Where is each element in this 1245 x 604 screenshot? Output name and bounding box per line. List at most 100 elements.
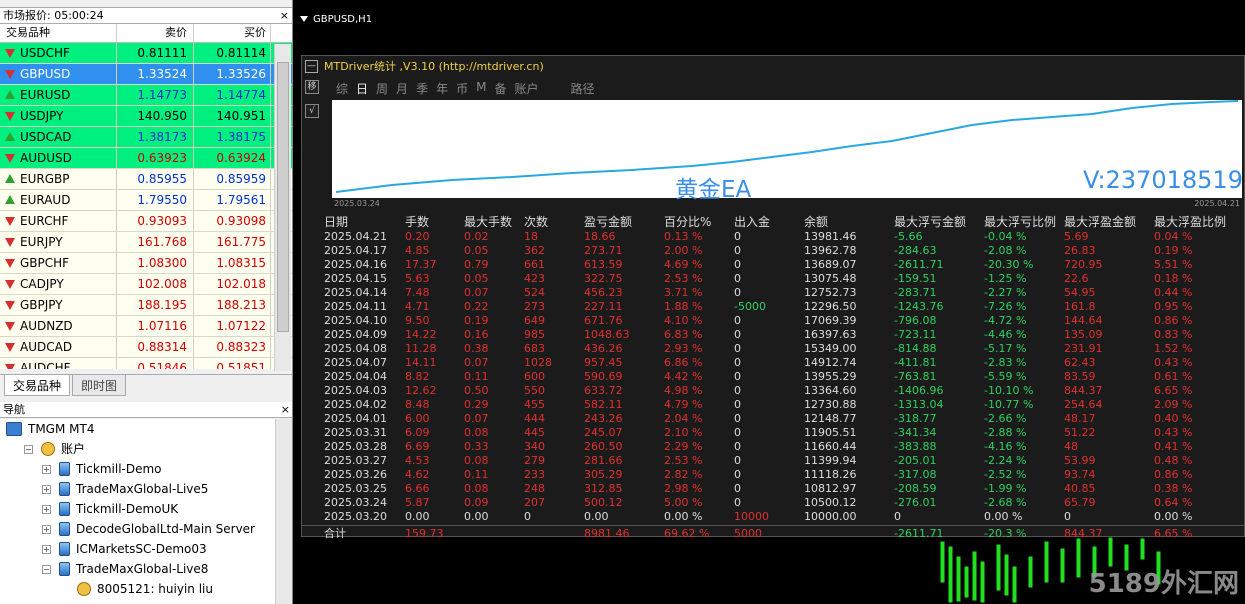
table-cell: 0.29 [464, 398, 489, 411]
ask-cell: 0.93098 [194, 211, 271, 231]
table-cell: 5000 [734, 527, 762, 540]
market-row-cadjpy[interactable]: CADJPY 102.008 102.018 [0, 274, 292, 295]
collapse-icon[interactable]: − [24, 444, 33, 454]
table-cell: 0 [734, 328, 741, 341]
nav-item[interactable]: + TradeMaxGlobal-Live5 [0, 479, 275, 499]
table-cell: 2025.03.25 [324, 482, 387, 495]
market-row-usdcad[interactable]: USDCAD 1.38173 1.38175 [0, 127, 292, 148]
market-row-audusd[interactable]: AUDUSD 0.63923 0.63924 [0, 148, 292, 169]
chart-title: GBPUSD,H1 [297, 12, 1245, 30]
expand-icon[interactable]: + [42, 544, 51, 554]
table-cell: -284.63 [894, 244, 937, 257]
watermark-right: V:237018519 [1083, 166, 1243, 194]
table-row: 2025.04.14 7.48 0.07 524 456.23 3.71 % 0 12752.… [302, 286, 1245, 300]
market-row-audchf[interactable]: AUDCHF 0.51846 0.51851 [0, 358, 292, 369]
expand-icon[interactable]: + [42, 464, 51, 474]
table-cell: 14.11 [405, 356, 437, 369]
nav-item[interactable]: + DecodeGlobalLtd-Main Server [0, 519, 275, 539]
market-row-eurgbp[interactable]: EURGBP 0.85955 0.85959 [0, 169, 292, 190]
stats-tab[interactable]: 综 [336, 80, 348, 97]
market-row-usdjpy[interactable]: USDJPY 140.950 140.951 [0, 106, 292, 127]
close-icon[interactable]: × [280, 8, 289, 23]
expand-icon[interactable]: + [42, 504, 51, 514]
table-cell: 12148.77 [804, 412, 857, 425]
navigator-scrollbar[interactable] [275, 419, 292, 604]
nav-item[interactable]: + Tickmill-Demo [0, 459, 275, 479]
nav-item[interactable]: + ICMarketsSC-Demo03 [0, 539, 275, 559]
table-cell: 0.41 % [1154, 440, 1193, 453]
table-row: 2025.04.04 8.82 0.11 600 590.69 4.42 % 0 13955.… [302, 370, 1245, 384]
nav-item[interactable]: − TradeMaxGlobal-Live8 [0, 559, 275, 579]
table-row: 2025.04.08 11.28 0.38 683 436.26 2.93 % 0 15349… [302, 342, 1245, 356]
nav-item[interactable]: − 账户 [0, 439, 275, 459]
stats-tab[interactable]: 日 [356, 80, 368, 97]
market-row-audcad[interactable]: AUDCAD 0.88314 0.88323 [0, 337, 292, 358]
expand-icon[interactable]: + [42, 524, 51, 534]
table-cell: 2025.04.04 [324, 370, 387, 383]
stats-tab[interactable]: 周 [376, 80, 388, 97]
stats-tab[interactable]: 月 [396, 80, 408, 97]
tab-symbols[interactable]: 交易品种 [4, 375, 71, 396]
table-cell: 0 [734, 454, 741, 467]
table-cell: 2025.04.16 [324, 258, 387, 271]
bid-cell: 1.79550 [117, 190, 194, 210]
stats-tab[interactable]: M [476, 80, 486, 97]
market-row-eurusd[interactable]: EURUSD 1.14773 1.14774 [0, 85, 292, 106]
table-cell: 260.50 [584, 440, 623, 453]
chart-window[interactable]: GBPUSD,H1 — MTDriver统计 ,V3.10 (http://mtd… [297, 0, 1245, 604]
scroll-thumb[interactable] [277, 62, 289, 332]
nav-item[interactable]: 8005121: huiyin liu [0, 579, 275, 599]
tab-tick-chart[interactable]: 即时图 [72, 375, 127, 396]
table-cell: 83.59 [1064, 370, 1096, 383]
market-row-eurjpy[interactable]: EURJPY 161.768 161.775 [0, 232, 292, 253]
expand-icon[interactable]: + [42, 484, 51, 494]
stats-tab[interactable]: 账户 [514, 80, 538, 97]
stats-tab[interactable]: 备 [494, 80, 506, 97]
stats-tab[interactable]: 路径 [571, 80, 595, 97]
table-cell: 盈亏金额 [584, 215, 633, 229]
table-cell: 0.09 [464, 496, 489, 509]
table-cell: 2025.04.09 [324, 328, 387, 341]
table-cell: 2025.04.02 [324, 398, 387, 411]
market-row-usdchf[interactable]: USDCHF 0.81111 0.81114 [0, 43, 292, 64]
stats-tab[interactable]: 季 [416, 80, 428, 97]
col-bid[interactable]: 卖价 [117, 24, 194, 42]
table-cell: 0.43 % [1154, 426, 1193, 439]
table-cell: 0 [734, 496, 741, 509]
market-row-eurchf[interactable]: EURCHF 0.93093 0.93098 [0, 211, 292, 232]
market-row-gbpusd[interactable]: GBPUSD 1.33524 1.33526 [0, 64, 292, 85]
nav-item[interactable]: + Tickmill-DemoUK [0, 499, 275, 519]
symbol-label: GBPCHF [20, 256, 70, 270]
market-row-gbpchf[interactable]: GBPCHF 1.08300 1.08315 [0, 253, 292, 274]
minimize-icon[interactable]: — [305, 60, 318, 73]
table-cell: 0.00 % [984, 510, 1023, 523]
market-row-audnzd[interactable]: AUDNZD 1.07116 1.07122 [0, 316, 292, 337]
stats-tab[interactable]: 币 [456, 80, 468, 97]
table-cell: 0.86 % [1154, 314, 1193, 327]
close-icon[interactable]: × [281, 402, 290, 417]
symbol-cell: EURCHF [0, 211, 117, 231]
market-watch-scrollbar[interactable] [274, 44, 291, 371]
market-row-gbpjpy[interactable]: GBPJPY 188.195 188.213 [0, 295, 292, 316]
arrow-down-icon [4, 341, 16, 353]
move-button[interactable]: 移 [305, 80, 319, 94]
col-ask[interactable]: 买价 [194, 24, 271, 42]
ask-cell: 0.85959 [194, 169, 271, 189]
nav-item[interactable]: TMGM MT4 [0, 419, 275, 439]
table-cell: 2025.03.20 [324, 510, 387, 523]
table-cell: 40.85 [1064, 482, 1096, 495]
market-row-euraud[interactable]: EURAUD 1.79550 1.79561 [0, 190, 292, 211]
col-symbol[interactable]: 交易品种 [0, 24, 117, 42]
collapse-icon[interactable]: − [42, 564, 51, 574]
table-cell: -10.10 % [984, 384, 1034, 397]
table-cell: -2.66 % [984, 412, 1027, 425]
stats-tab[interactable]: 年 [436, 80, 448, 97]
table-cell: 最大浮亏金额 [894, 215, 967, 229]
table-cell: -283.71 [894, 286, 937, 299]
check-button[interactable]: √ [305, 104, 319, 118]
table-cell: 0.05 [464, 244, 489, 257]
table-cell: 0.50 [464, 384, 489, 397]
table-cell: 13075.48 [804, 272, 857, 285]
table-cell: 18.66 [584, 230, 616, 243]
chart-menu-icon[interactable] [300, 16, 308, 22]
